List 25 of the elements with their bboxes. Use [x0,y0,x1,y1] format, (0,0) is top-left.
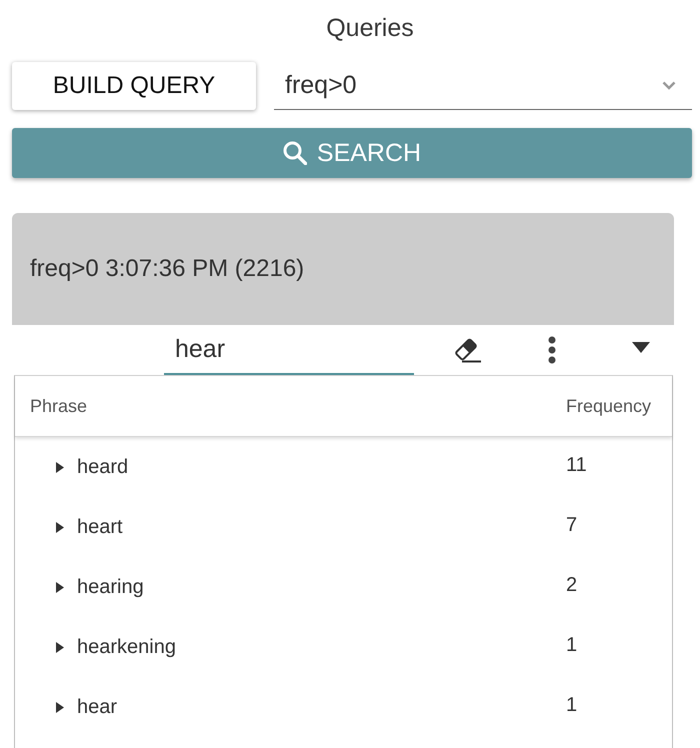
caret-right-icon[interactable] [56,642,64,652]
phrase-cell: hearing [77,576,144,598]
column-header: Frequency [566,396,652,416]
search-icon [282,141,307,165]
frequency-cell: 7 [566,514,578,536]
frequency-cell: 1 [566,634,578,656]
caret-right-icon[interactable] [56,522,64,532]
chevron-down-icon [662,81,676,90]
column-header: Phrase [30,396,88,416]
more-vertical-icon[interactable] [548,336,556,364]
phrase-cell: hearkening [77,636,176,658]
frequency-cell: 1 [566,694,578,716]
query-select[interactable]: freq>0 [274,62,692,110]
page-title: Queries [326,14,414,42]
build-query-button[interactable]: BUILD QUERY [12,62,256,110]
frequency-cell: 2 [566,574,578,596]
caret-right-icon[interactable] [56,462,64,472]
phrase-cell: heart [77,516,123,538]
frequency-cell: 11 [566,454,587,476]
caret-right-icon[interactable] [56,582,64,592]
result-header[interactable]: freq>0 3:07:36 PM (2216) [12,213,674,325]
caret-right-icon[interactable] [56,702,64,712]
phrase-cell: hear [77,696,118,718]
phrase-cell: heard [77,456,128,478]
caret-down-icon[interactable] [632,342,650,352]
